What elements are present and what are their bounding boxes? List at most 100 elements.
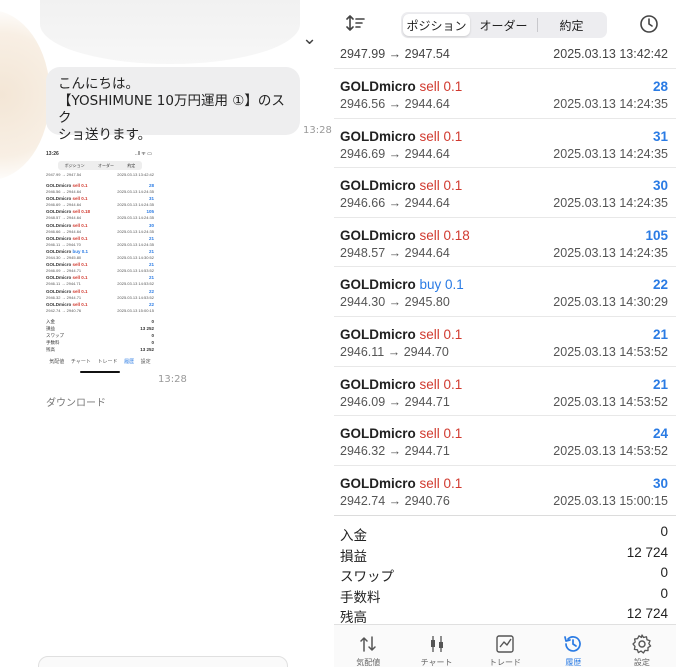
thumb-nav-item: チャート — [70, 359, 91, 365]
thumb-row: GOLDmicro sell 0.1 2946.69 → 2944.64 31 202… — [46, 196, 154, 208]
thumb-row-symbol-name: GOLDmicro — [46, 183, 72, 188]
thumb-tab: ポジション — [64, 162, 85, 168]
history-row[interactable]: GOLDmicro sell 0.1 2946.56 → 2944.64 28 202… — [334, 68, 676, 118]
thumb-row: GOLDmicro sell 0.1 2946.32 → 2944.71 22 202… — [46, 289, 154, 301]
history-row[interactable]: GOLDmicro sell 0.1 2942.74 → 2940.76 30 202… — [334, 464, 676, 515]
thumb-partial-time: 2025.03.13 13:42:42 — [117, 172, 154, 177]
row-profit: 28 — [652, 79, 668, 94]
nav-settings[interactable]: 設定 — [608, 625, 676, 667]
nav-label: 設定 — [633, 658, 650, 667]
thumb-tabs: ポジション オーダー 約定 — [58, 161, 142, 170]
thumb-row-side: sell 0.1 — [72, 235, 88, 241]
thumb-row-profit: 21 — [148, 262, 154, 268]
row-profit: 30 — [652, 475, 668, 491]
history-row[interactable]: GOLDmicro sell 0.18 2948.57 → 2944.64 105 2… — [334, 216, 676, 267]
history-tabs: ポジション オーダー 約定 — [401, 12, 607, 38]
summary-row: 残高 12 724 — [334, 604, 676, 625]
nav-label: トレード — [489, 658, 522, 667]
nav-label: 気配値 — [356, 658, 381, 667]
download-link[interactable]: ダウンロード — [46, 394, 106, 409]
row-side: sell 0.1 — [419, 79, 463, 94]
row-time: 2025.03.13 14:53:52 — [553, 444, 668, 459]
thumb-row-time: 2025.03.13 14:24:35 — [117, 189, 154, 194]
summary-value: 0 — [660, 585, 668, 601]
thumb-row-symbol-name: GOLDmicro — [46, 222, 72, 228]
chart-icon — [426, 633, 448, 655]
thumb-nav-item: 気配値 — [49, 359, 65, 365]
thumb-row-profit: 30 — [148, 222, 154, 228]
thumb-row-prices: 2942.74 → 2940.76 — [46, 307, 82, 313]
thumb-row-time: 2025.03.13 14:53:52 — [117, 281, 154, 287]
thumb-row-symbol: GOLDmicro sell 0.1 — [46, 275, 88, 280]
quotes-icon — [357, 633, 379, 655]
nav-trade[interactable]: トレード — [471, 625, 539, 667]
nav-label: 履歴 — [565, 658, 582, 667]
thumb-row: GOLDmicro sell 0.1 2946.66 → 2944.64 30 202… — [46, 223, 154, 235]
nav-history[interactable]: 履歴 — [539, 625, 607, 667]
thumb-row-side: sell 0.1 — [72, 183, 88, 188]
sort-icon[interactable] — [346, 14, 368, 34]
row-time: 2025.03.13 14:53:52 — [553, 344, 668, 359]
thumb-row-side: sell 0.1 — [72, 288, 88, 294]
row-symbol: GOLDmicro sell 0.1 — [340, 476, 462, 491]
screenshot-thumbnail[interactable]: 13:26 ..ll ᯤ ▭ ポジション オーダー 約定 2947.99 → 2… — [44, 149, 156, 377]
thumb-row-symbol: GOLDmicro sell 0.1 — [46, 262, 88, 267]
summary-label: 入金 — [340, 528, 367, 543]
thumb-nav-item: 履歴 — [124, 359, 135, 365]
thumb-summary-row: スワップ 0 — [46, 333, 154, 340]
thumb-row-symbol: GOLDmicro sell 0.18 — [46, 209, 90, 214]
nav-chart[interactable]: チャート — [402, 625, 470, 667]
tab-deals[interactable]: 約定 — [538, 14, 605, 36]
thumb-row-symbol-name: GOLDmicro — [46, 288, 72, 294]
trade-icon — [494, 633, 516, 655]
thumb-home-indicator — [80, 371, 120, 373]
partial-history-row[interactable]: 2947.99 → 2947.54 2025.03.13 13:42:42 — [340, 47, 668, 67]
history-row[interactable]: GOLDmicro sell 0.1 2946.66 → 2944.64 30 202… — [334, 167, 676, 217]
row-prices: 2946.66 → 2944.64 — [340, 196, 450, 211]
row-symbol: GOLDmicro sell 0.1 — [340, 79, 462, 94]
thumb-summary-label: 残高 — [46, 347, 55, 352]
thumb-row-side: sell 0.1 — [72, 262, 88, 268]
history-row[interactable]: GOLDmicro sell 0.1 2946.11 → 2944.70 21 202… — [334, 315, 676, 366]
thumb-summary-value: 0 — [151, 333, 154, 338]
thumb-row-time: 2025.03.13 14:53:52 — [117, 294, 154, 300]
row-profit: 105 — [645, 227, 668, 243]
thumb-row-side: sell 0.18 — [72, 209, 91, 215]
blurred-avatar-area — [0, 10, 50, 180]
tab-orders[interactable]: オーダー — [470, 14, 537, 36]
row-symbol: GOLDmicro sell 0.1 — [340, 178, 462, 193]
history-row[interactable]: GOLDmicro sell 0.1 2946.09 → 2944.71 21 202… — [334, 365, 676, 416]
chat-message-bubble[interactable]: こんにちは。 【YOSHIMUNE 10万円運用 ①】のスク ショ送ります。 — [46, 67, 300, 143]
thumb-row-symbol-name: GOLDmicro — [46, 301, 72, 307]
row-side: sell 0.18 — [419, 227, 470, 243]
nav-quotes[interactable]: 気配値 — [334, 625, 402, 667]
tab-positions[interactable]: ポジション — [403, 14, 470, 36]
thumb-row: GOLDmicro buy 0.1 2944.30 → 2945.80 21 2025… — [46, 249, 154, 261]
row-symbol-name: GOLDmicro — [340, 227, 416, 243]
row-symbol-name: GOLDmicro — [340, 475, 416, 491]
thumb-row-profit: 28 — [148, 183, 154, 188]
history-row[interactable]: GOLDmicro sell 0.1 2946.32 → 2944.71 24 202… — [334, 415, 676, 465]
row-side: sell 0.1 — [419, 128, 463, 144]
chevron-down-icon[interactable]: ⌄ — [302, 28, 317, 49]
row-side: sell 0.1 — [419, 178, 463, 194]
clock-icon[interactable] — [639, 14, 659, 34]
row-time: 2025.03.13 14:24:35 — [553, 146, 668, 161]
summary-row: 損益 12 724 — [334, 543, 676, 564]
history-row[interactable]: GOLDmicro buy 0.1 2944.30 → 2945.80 22 2025… — [334, 266, 676, 316]
thumb-summary-label: 手数料 — [46, 340, 60, 345]
summary-label: 残高 — [340, 610, 367, 625]
message-input-bar[interactable] — [38, 656, 288, 667]
thumb-nav: 気配値 チャート トレード 履歴 設定 — [46, 358, 154, 368]
row-time: 2025.03.13 14:30:29 — [553, 295, 668, 310]
thumb-row-time: 2025.03.13 14:53:52 — [117, 268, 154, 274]
history-row[interactable]: GOLDmicro sell 0.1 2946.69 → 2944.64 31 202… — [334, 117, 676, 168]
thumb-row-side: buy 0.1 — [72, 249, 89, 254]
row-side: sell 0.1 — [419, 326, 463, 342]
thumb-row-profit: 31 — [148, 196, 154, 202]
row-symbol-name: GOLDmicro — [340, 426, 416, 442]
thumb-summary-row: 損益 13 252 — [46, 326, 154, 333]
summary-value: 12 724 — [626, 544, 668, 560]
row-time: 2025.03.13 14:24:35 — [553, 97, 668, 111]
summary-label: 手数料 — [340, 589, 381, 605]
